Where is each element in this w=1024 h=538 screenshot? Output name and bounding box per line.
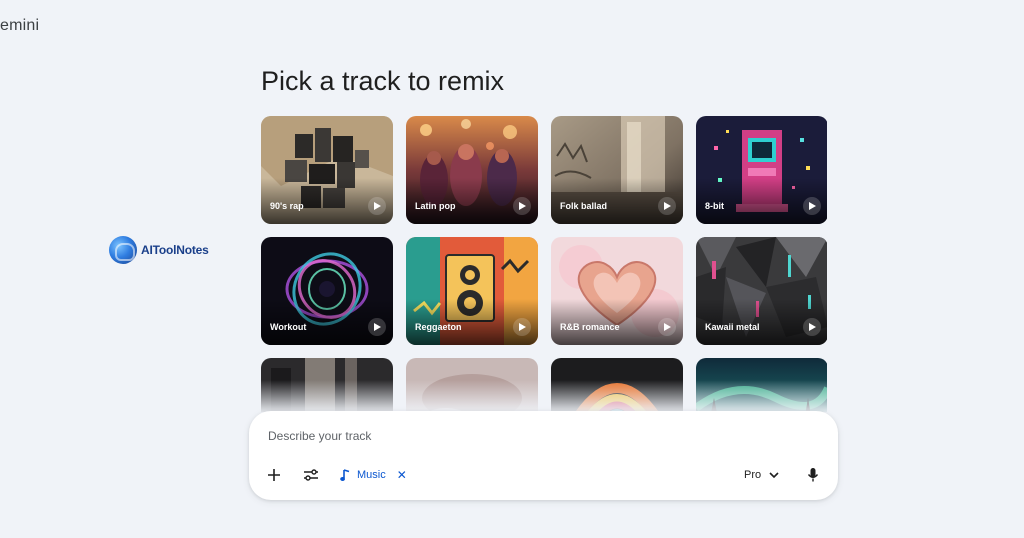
track-label: 8-bit xyxy=(705,201,724,211)
track-card-folk-ballad[interactable]: Folk ballad xyxy=(551,116,683,224)
track-label: Latin pop xyxy=(415,201,456,211)
track-card-90s-rap[interactable]: 90's rap xyxy=(261,116,393,224)
tune-icon[interactable] xyxy=(299,463,323,487)
music-note-icon xyxy=(340,468,350,481)
track-grid: 90's rap Latin pop Folk ballad 8-bit Wor… xyxy=(261,116,827,412)
play-icon[interactable] xyxy=(513,318,531,336)
model-selector[interactable]: Pro xyxy=(744,465,779,485)
play-icon[interactable] xyxy=(513,197,531,215)
app-title: emini xyxy=(0,17,40,34)
close-icon[interactable]: ✕ xyxy=(397,468,407,482)
prompt-composer: Describe your track Music ✕ Pro xyxy=(249,411,838,500)
model-label: Pro xyxy=(744,469,762,481)
play-icon[interactable] xyxy=(803,197,821,215)
brain-icon xyxy=(109,236,137,264)
chevron-down-icon xyxy=(769,471,779,478)
prompt-input[interactable]: Describe your track xyxy=(268,429,371,443)
track-card-rnb-romance[interactable]: R&B romance xyxy=(551,237,683,345)
play-icon[interactable] xyxy=(368,197,386,215)
play-icon[interactable] xyxy=(658,318,676,336)
track-label: R&B romance xyxy=(560,322,620,332)
watermark-logo: AIToolNotes xyxy=(109,236,209,264)
track-label: Workout xyxy=(270,322,307,332)
watermark-text: AIToolNotes xyxy=(141,243,209,257)
play-icon[interactable] xyxy=(658,197,676,215)
track-card-kawaii-metal[interactable]: Kawaii metal xyxy=(696,237,827,345)
play-icon[interactable] xyxy=(803,318,821,336)
track-card-latin-pop[interactable]: Latin pop xyxy=(406,116,538,224)
track-label: Kawaii metal xyxy=(705,322,760,332)
mic-icon[interactable] xyxy=(801,463,825,487)
music-chip-label: Music xyxy=(357,469,386,481)
track-label: Folk ballad xyxy=(560,201,608,211)
track-label: Reggaeton xyxy=(415,322,462,332)
track-card-8-bit[interactable]: 8-bit xyxy=(696,116,827,224)
page-title: Pick a track to remix xyxy=(261,66,505,96)
music-tool-chip[interactable]: Music ✕ xyxy=(340,465,407,485)
play-icon[interactable] xyxy=(368,318,386,336)
plus-icon[interactable] xyxy=(262,463,286,487)
track-label: 90's rap xyxy=(270,201,304,211)
track-card-workout[interactable]: Workout xyxy=(261,237,393,345)
track-card-reggaeton[interactable]: Reggaeton xyxy=(406,237,538,345)
